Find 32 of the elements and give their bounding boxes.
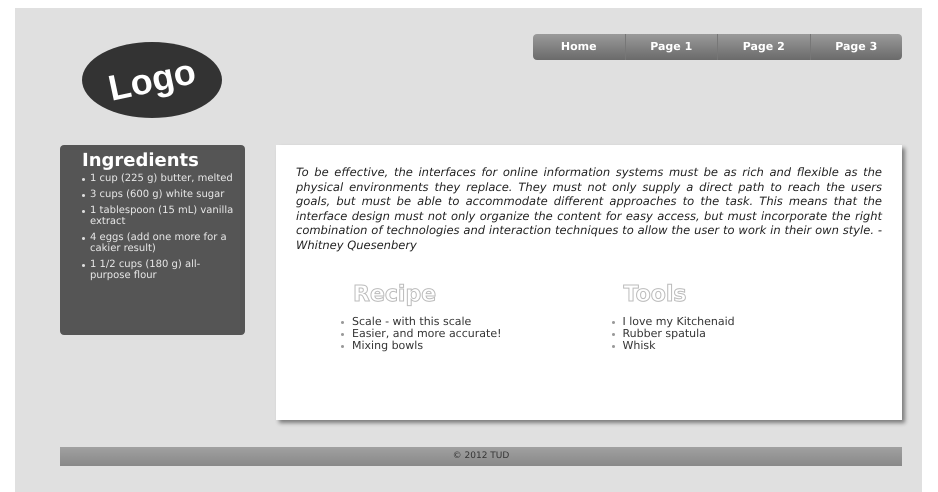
nav-link[interactable]: Page 2	[717, 34, 810, 60]
bullet-icon	[82, 194, 85, 197]
ingredient-item: 1 tablespoon (15 mL) vanilla extract	[90, 205, 234, 227]
list-item: Mixing bowls	[352, 340, 424, 352]
copyright-text: © 2012 TUD	[452, 450, 510, 463]
nav-link[interactable]: Home	[533, 34, 624, 60]
ingredient-item: 1 cup (225 g) butter, melted	[90, 173, 233, 184]
bullet-icon	[341, 332, 344, 336]
list-item: Rubber spatula	[622, 328, 706, 340]
bullet-icon	[612, 332, 614, 336]
list-item: Whisk	[622, 340, 656, 352]
bullet-icon	[341, 320, 344, 324]
bullet-icon	[341, 344, 344, 348]
section-title: Recipe	[353, 282, 438, 308]
list-item: Easier, and more accurate!	[352, 328, 502, 340]
bullet-icon	[82, 237, 85, 240]
logo: Logo	[82, 42, 222, 118]
panel-title: Ingredients	[82, 149, 200, 173]
ingredient-item: 3 cups (600 g) white sugar	[90, 189, 224, 200]
quote-text: To be effective, the interfaces for online information systems must be as rich and flexible as the physical environments they replace. They must not only supply a direct path to reach the users goals, but must be able to accommodate different approaches to the task. This means that the interface design must not only organize the content for easy access, but must incorporate the right combination of technologies and interaction techniques to allow the user to work in their own style. - Whitney Quesenbery	[296, 165, 882, 252]
nav-link[interactable]: Page 3	[810, 34, 902, 60]
bullet-icon	[612, 344, 614, 348]
ingredient-item: 4 eggs (add one more for a cakier result)	[90, 232, 228, 254]
nav-link[interactable]: Page 1	[624, 34, 717, 60]
list-item: I love my Kitchenaid	[622, 316, 735, 328]
section-title: Tools	[624, 282, 688, 308]
ingredient-item: 1 1/2 cups (180 g) all-purpose flour	[90, 259, 202, 281]
bullet-icon	[82, 264, 85, 267]
bullet-icon	[82, 178, 85, 181]
bullet-icon	[612, 320, 614, 324]
bullet-icon	[82, 210, 85, 213]
list-item: Scale - with this scale	[352, 316, 472, 328]
